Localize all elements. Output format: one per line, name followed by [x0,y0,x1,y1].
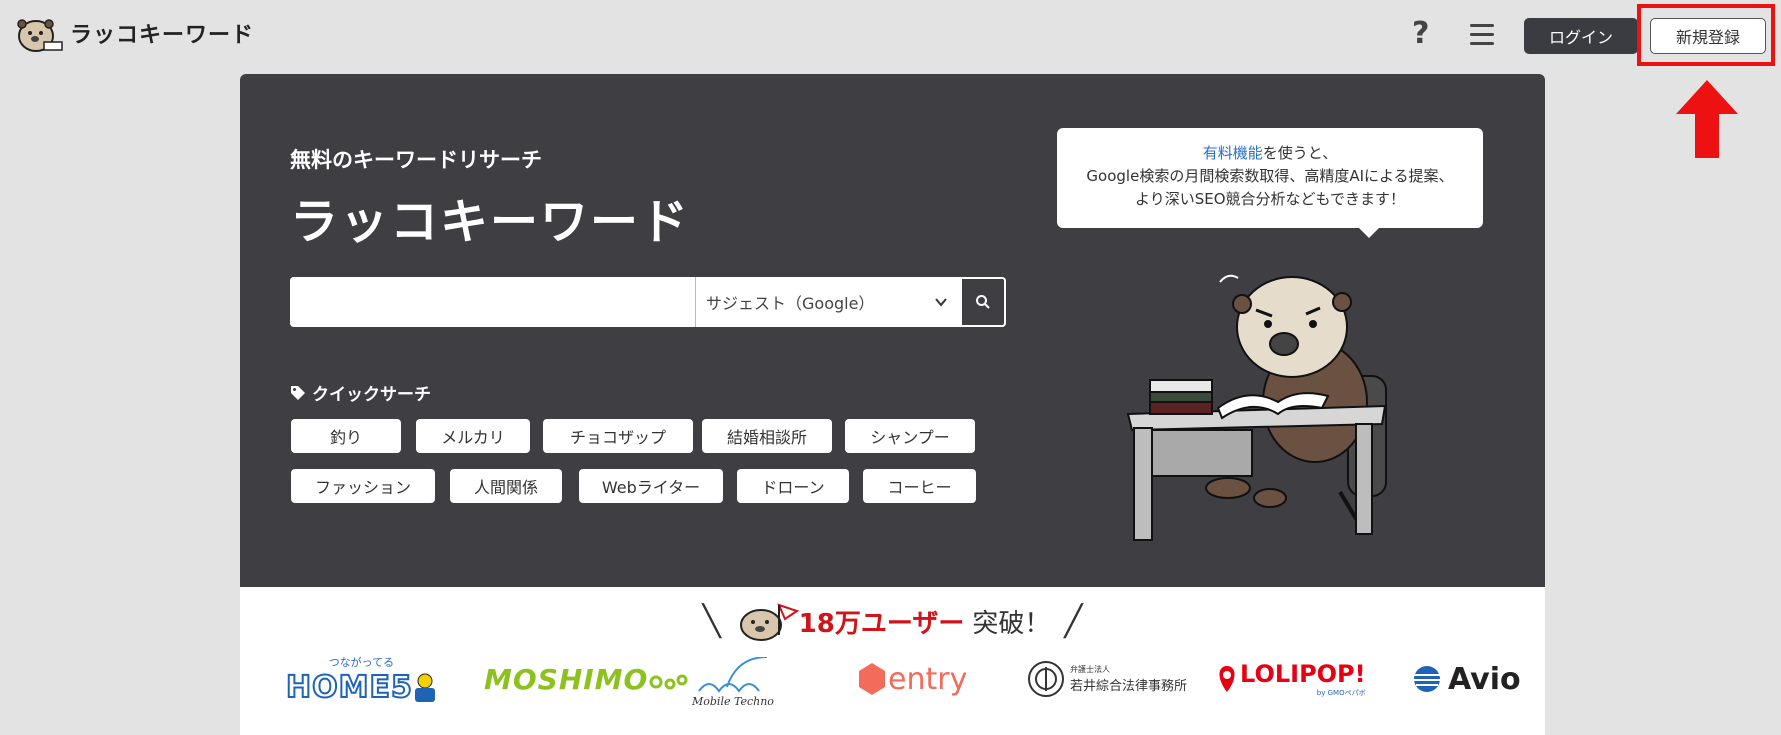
users-section: ╲ 18万ユーザー 突破！ ╱ つながってる HOME5 MOSHIMO Mob… [240,587,1545,735]
hamburger-menu-icon[interactable] [1470,24,1494,46]
quick-chip[interactable]: 結婚相談所 [702,419,832,453]
chevron-down-icon [935,298,947,307]
bubble-line1: を使うと、 [1262,144,1338,162]
hero-subtitle: 無料のキーワードリサーチ [290,148,542,172]
hero-title: ラッコキーワード [290,194,691,250]
site-logo[interactable]: ラッコキーワード [14,14,254,52]
wakai-law-logo: 弁護士法人 若井綜合法律事務所 [1026,651,1187,707]
hero-section: 無料のキーワードリサーチ ラッコキーワード サジェスト（Google） クイック… [240,74,1545,587]
home5-small: つながってる [328,655,395,669]
home5-text: HOME5 [285,669,413,706]
bubble-line3: より深いSEO競合分析などもできます！ [1135,190,1405,208]
lolipop-mark-icon [1219,666,1235,692]
wakai-emblem-icon [1028,661,1064,697]
moshimo-logo: MOSHIMO [484,651,688,707]
wakai-text: 若井綜合法律事務所 [1070,679,1188,694]
quick-chip[interactable]: メルカリ [416,419,530,453]
wakai-small: 弁護士法人 [1070,665,1110,674]
quick-chip[interactable]: 釣り [291,419,401,453]
chick-icon [414,673,435,702]
quick-search-label: クイックサーチ [290,380,431,405]
mobile-techno-mark-icon [698,657,767,693]
mobile-techno-logo: Mobile Techno [692,657,774,713]
login-button[interactable]: ログイン [1524,18,1638,54]
home5-logo: つながってる HOME5 [285,651,437,707]
entry-hexagon-icon [859,663,885,695]
paid-feature-link[interactable]: 有料機能 [1203,144,1263,162]
lolipop-logo: LOLIPOP! by GMOペパボ [1214,651,1366,707]
quick-chip[interactable]: 人間関係 [450,469,562,503]
header: ラッコキーワード ? ログイン 新規登録 [0,0,1781,158]
signup-button[interactable]: 新規登録 [1650,18,1766,54]
moshimo-character-icon [649,674,688,690]
search-icon [976,295,990,309]
quick-chip[interactable]: ファッション [291,469,435,503]
search-mode-select[interactable]: サジェスト（Google） [695,277,960,327]
search-button[interactable] [960,277,1006,327]
tag-icon [291,385,305,400]
user-count-suffix: 突破！ [972,608,1051,639]
red-arrow-up-icon [1676,80,1738,158]
search-mode-value: サジェスト（Google） [706,294,875,313]
help-icon[interactable]: ? [1412,16,1429,51]
otter-at-desk-illustration [1126,274,1387,541]
avio-logo: Avio [1408,651,1521,707]
quick-chip[interactable]: コーヒー [863,469,976,503]
quick-search-label-text: クイックサーチ [312,385,431,405]
quick-chip[interactable]: チョコザップ [543,419,693,453]
keyword-search-input[interactable] [290,277,695,327]
users-headline: ╲ 18万ユーザー 突破！ ╱ [240,601,1545,641]
otter-flag-icon [739,603,799,641]
entry-text: entry [888,661,968,697]
search-bar: サジェスト（Google） [290,277,1006,327]
quick-chip[interactable]: ドローン [737,469,849,503]
quick-chip[interactable]: シャンプー [845,419,975,453]
entry-logo: entry [858,651,967,707]
user-count: 18万ユーザー [798,608,965,639]
otter-logo-icon [17,19,63,52]
lolipop-text: LOLIPOP! [1240,660,1366,688]
mobile-techno-text: Mobile Techno [692,695,774,708]
quick-chip[interactable]: Webライター [579,469,723,503]
bubble-line2: Google検索の月間検索数取得、高精度AIによる提案、 [1086,167,1454,185]
avio-mark-icon [1414,666,1440,692]
avio-text: Avio [1448,661,1521,697]
moshimo-text: MOSHIMO [484,662,649,696]
lolipop-small: by GMOペパボ [1316,689,1366,697]
paid-feature-bubble: 有料機能を使うと、 Google検索の月間検索数取得、高精度AIによる提案、 よ… [1057,128,1483,238]
logo-text: ラッコキーワード [70,23,255,48]
